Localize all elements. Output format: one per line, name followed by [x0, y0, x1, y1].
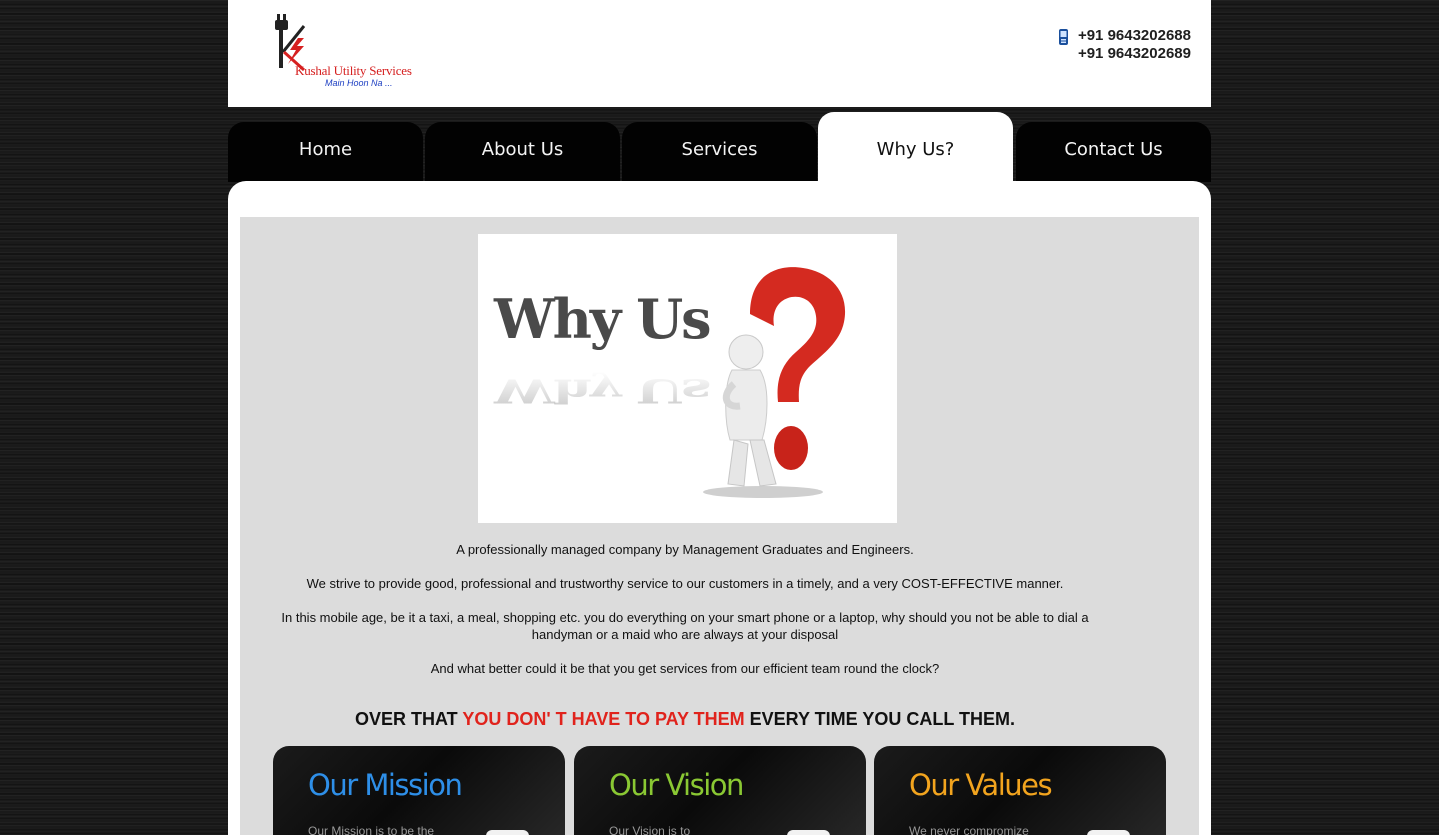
- site-header: Kushal Utility Services Main Hoon Na ...…: [228, 0, 1211, 107]
- logo-tagline: Main Hoon Na ...: [325, 78, 393, 88]
- why-us-banner-image: Why Us Why Us: [478, 234, 897, 523]
- paragraph-4: And what better could it be that you get…: [430, 661, 940, 676]
- phone-numbers: +91 9643202688 +91 9643202689: [1058, 27, 1191, 63]
- values-title: Our Values: [909, 768, 1053, 802]
- tagline-part-1: OVER THAT: [354, 709, 463, 729]
- vision-title: Our Vision: [609, 768, 744, 802]
- paragraph-2: We strive to provide good, professional …: [306, 576, 1064, 591]
- tagline-part-2: EVERY TIME YOU CALL THEM.: [744, 709, 1016, 729]
- vision-text: Our Vision is to: [609, 824, 691, 835]
- tagline: OVER THAT YOU DON' T HAVE TO PAY THEM EV…: [260, 709, 1110, 730]
- mobile-phone-icon: [1058, 29, 1069, 45]
- paragraph-1: A professionally managed company by Mana…: [456, 542, 914, 557]
- page-wrapper: Kushal Utility Services Main Hoon Na ...…: [228, 0, 1211, 835]
- mission-text: Our Mission is to be the: [308, 824, 435, 835]
- tab-contact-us[interactable]: Contact Us: [1016, 122, 1211, 182]
- logo[interactable]: Kushal Utility Services Main Hoon Na ...: [274, 8, 434, 90]
- tagline-highlight: YOU DON' T HAVE TO PAY THEM: [462, 709, 745, 729]
- main-nav: Home About Us Services Why Us? Contact U…: [228, 112, 1211, 182]
- values-text: We never compromize: [909, 824, 1029, 835]
- paragraph-3: In this mobile age, be it a taxi, a meal…: [281, 610, 1089, 642]
- vision-box: Our Vision Our Vision is to: [574, 746, 866, 835]
- tab-why-us[interactable]: Why Us?: [818, 112, 1013, 182]
- mission-read-more-button[interactable]: [486, 830, 529, 835]
- values-read-more-button[interactable]: [1087, 830, 1130, 835]
- logo-company-name: Kushal Utility Services: [295, 63, 412, 78]
- tab-about-us[interactable]: About Us: [425, 122, 620, 182]
- hero-title-reflection: Why Us: [493, 372, 710, 410]
- main-content: Why Us Why Us A professionally managed c…: [228, 181, 1211, 835]
- mission-box: Our Mission Our Mission is to be the: [273, 746, 565, 835]
- phone-number-2[interactable]: +91 9643202689: [1078, 45, 1191, 63]
- vision-read-more-button[interactable]: [787, 830, 830, 835]
- mission-title: Our Mission: [308, 768, 463, 802]
- values-box: Our Values We never compromize: [874, 746, 1166, 835]
- content-panel: Why Us Why Us A professionally managed c…: [240, 217, 1199, 835]
- tab-services[interactable]: Services: [622, 122, 817, 182]
- hero-title: Why Us: [493, 287, 710, 351]
- phone-number-1[interactable]: +91 9643202688: [1078, 27, 1191, 45]
- tab-home[interactable]: Home: [228, 122, 423, 182]
